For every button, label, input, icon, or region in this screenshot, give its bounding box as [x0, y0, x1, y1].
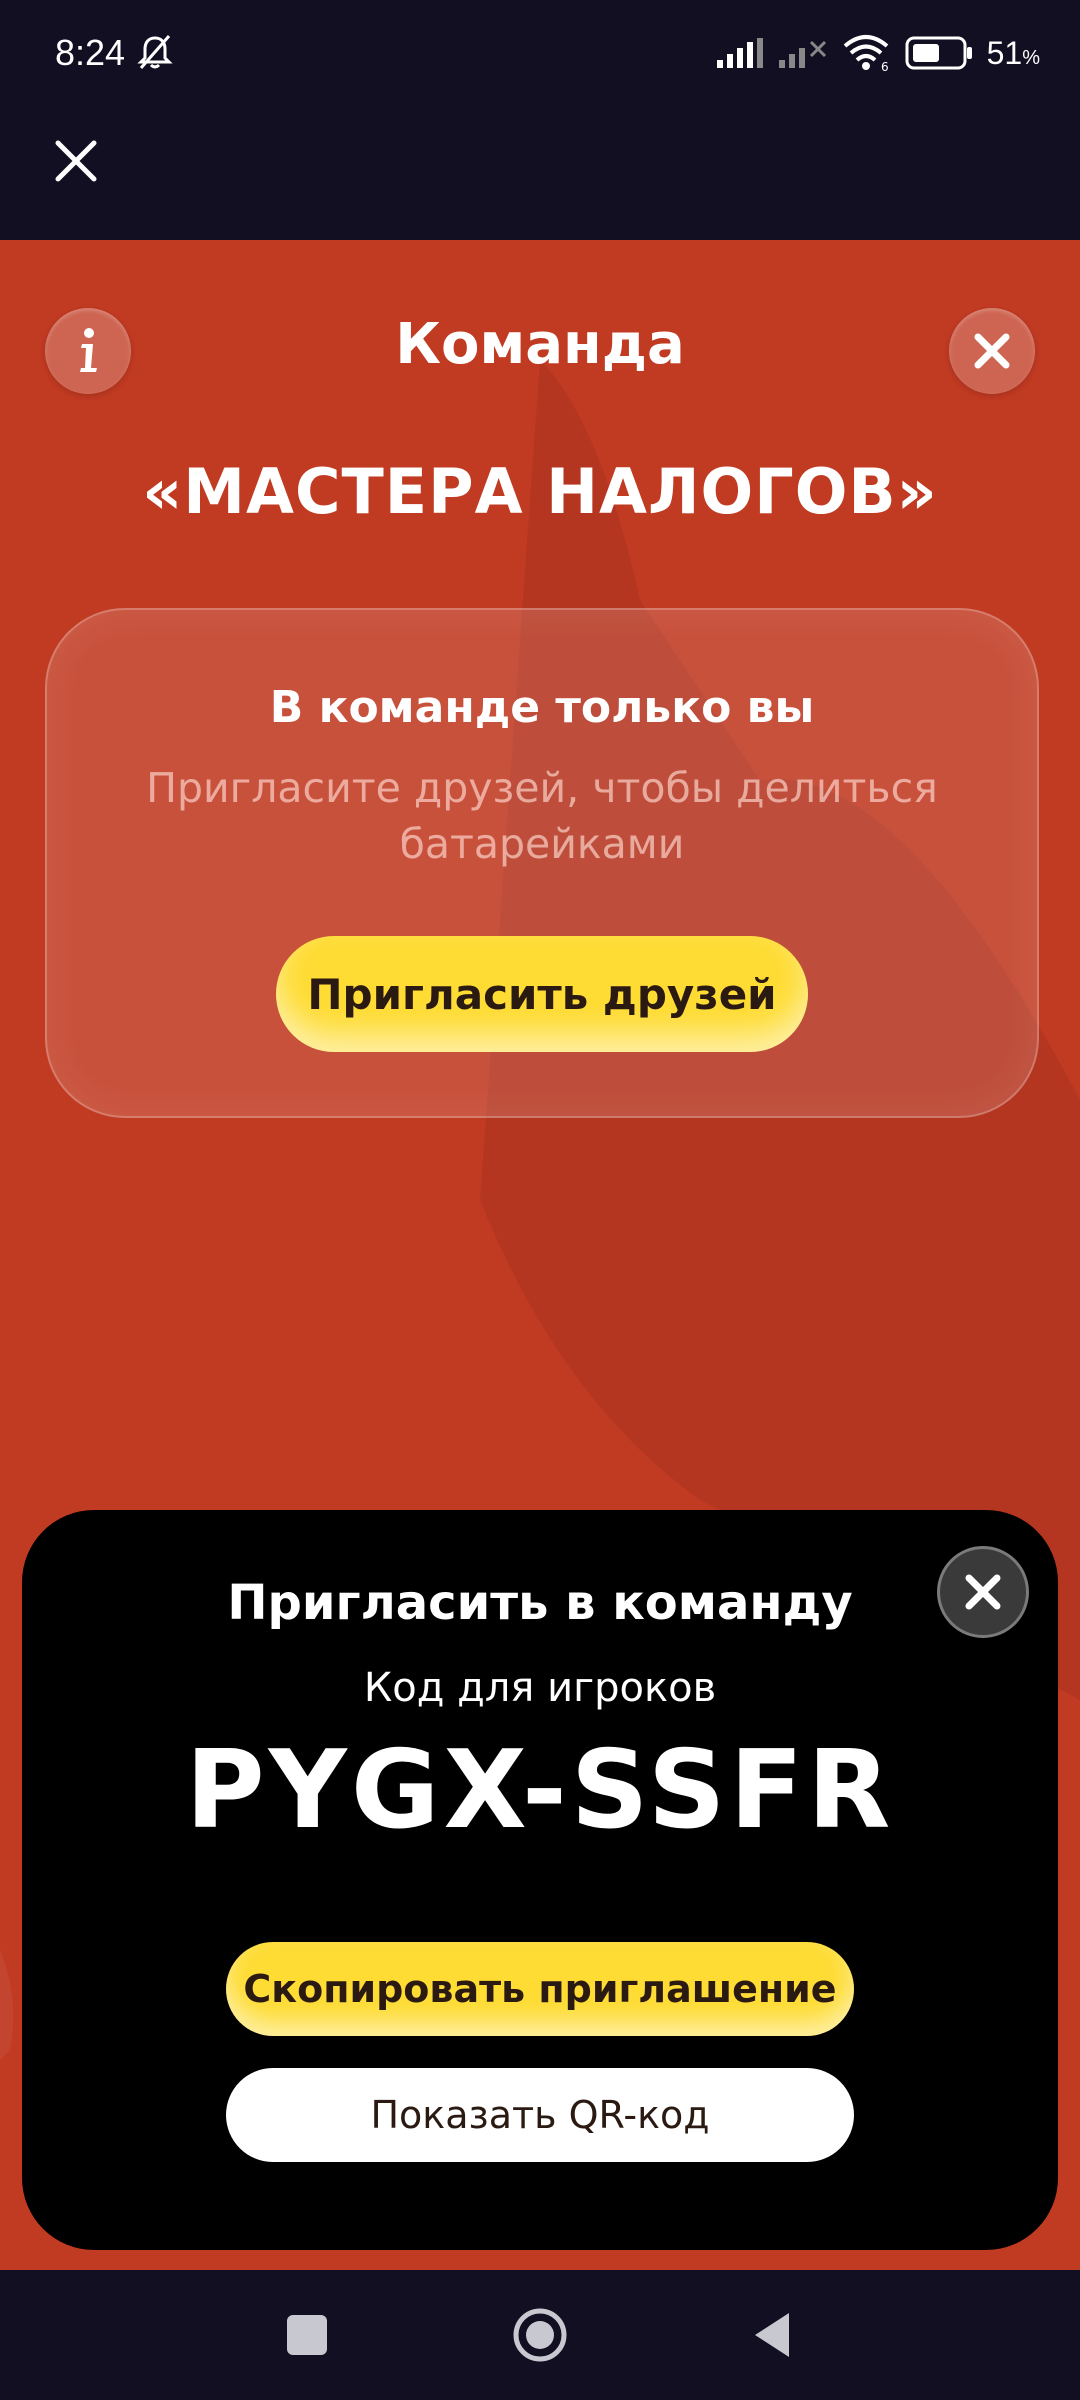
- navigation-bar: [0, 2270, 1080, 2400]
- card-title: В команде только вы: [269, 682, 815, 733]
- battery-icon: [905, 36, 972, 70]
- top-bar: 8:24 6 51%: [0, 0, 1080, 240]
- card-description: Пригласите друзей, чтобы делиться батаре…: [146, 764, 938, 868]
- team-name: «МАСТЕРА НАЛОГОВ»: [142, 455, 938, 528]
- code-label: Код для игроков: [363, 1665, 717, 1711]
- invite-sheet: Пригласить в команду Код для игроков PYG…: [22, 1510, 1058, 2250]
- back-nav-icon[interactable]: [745, 2305, 805, 2365]
- status-indicators: 6 51%: [716, 28, 1040, 78]
- home-nav-icon[interactable]: [510, 2305, 570, 2365]
- show-qr-button[interactable]: Показать QR-код: [226, 2068, 854, 2162]
- no-signal-icon: [778, 40, 826, 68]
- battery-percent: 51%: [986, 34, 1040, 71]
- bell-off-icon: [137, 35, 173, 69]
- copy-invite-button[interactable]: Скопировать приглашение: [226, 1942, 854, 2036]
- svg-text:6: 6: [881, 60, 889, 72]
- wifi-icon: 6: [843, 35, 889, 72]
- sheet-title: Пригласить в команду: [227, 1575, 853, 1631]
- status-time: 8:24: [55, 32, 126, 73]
- page-title: Команда: [395, 312, 685, 377]
- close-icon[interactable]: [50, 135, 102, 187]
- signal-icon: [716, 38, 763, 68]
- invite-friends-button[interactable]: Пригласить друзей: [276, 936, 808, 1052]
- team-card: В команде только вы Пригласите друзей, ч…: [45, 608, 1039, 1118]
- square-nav-icon[interactable]: [277, 2305, 337, 2365]
- invite-code: PYGX-SSFR: [185, 1728, 895, 1853]
